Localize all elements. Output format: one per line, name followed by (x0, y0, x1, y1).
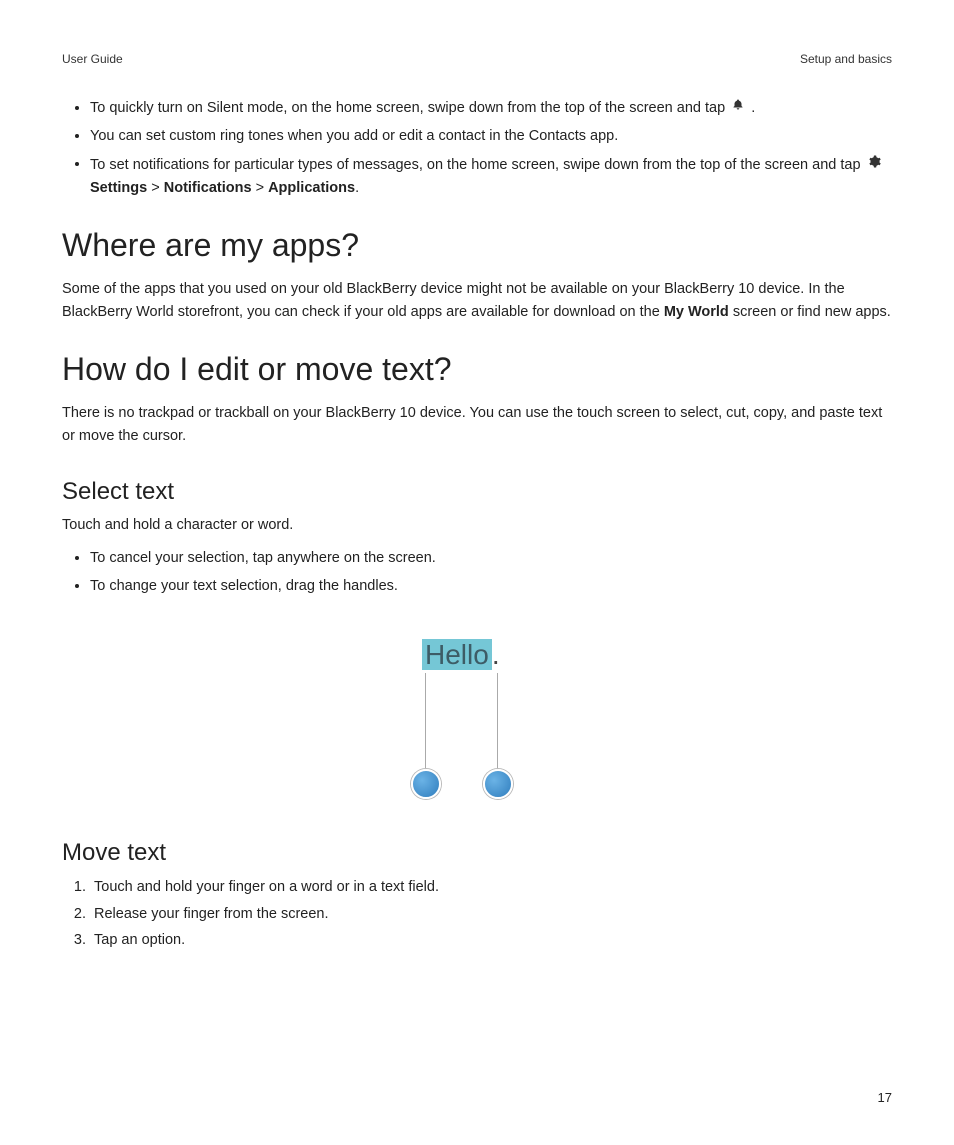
bell-icon (732, 96, 744, 120)
text-selection-illustration: Hello. (62, 639, 892, 809)
header-left: User Guide (62, 52, 123, 66)
selection-handle-line-left (425, 673, 426, 773)
list-item: To change your text selection, drag the … (90, 575, 892, 599)
text: screen or find new apps. (729, 304, 891, 320)
settings-label: Settings (90, 180, 147, 196)
heading-edit-move: How do I edit or move text? (62, 351, 892, 388)
heading-where-apps: Where are my apps? (62, 227, 892, 264)
separator: > (147, 180, 164, 196)
selection-handle-right (483, 769, 513, 799)
text: To quickly turn on Silent mode, on the h… (90, 100, 729, 116)
list-item: Release your finger from the screen. (90, 902, 892, 927)
intro-bullet-list: To quickly turn on Silent mode, on the h… (62, 96, 892, 201)
text: . (355, 180, 359, 196)
paragraph: Some of the apps that you used on your o… (62, 278, 892, 324)
period: . (492, 639, 500, 670)
separator: > (252, 180, 269, 196)
notifications-label: Notifications (164, 180, 252, 196)
move-text-steps: Touch and hold your finger on a word or … (62, 875, 892, 953)
my-world-label: My World (664, 304, 729, 320)
selection-handle-left (411, 769, 441, 799)
list-item: You can set custom ring tones when you a… (90, 125, 892, 149)
list-item: Touch and hold your finger on a word or … (90, 875, 892, 900)
list-item: Tap an option. (90, 928, 892, 953)
gear-icon (868, 153, 881, 177)
heading-move-text: Move text (62, 839, 892, 867)
text: . (751, 100, 755, 116)
selection-handle-line-right (497, 673, 498, 773)
list-item: To cancel your selection, tap anywhere o… (90, 547, 892, 571)
page-header: User Guide Setup and basics (62, 52, 892, 66)
list-item: To set notifications for particular type… (90, 153, 892, 202)
select-text-bullets: To cancel your selection, tap anywhere o… (62, 547, 892, 599)
highlighted-word: Hello (422, 639, 492, 670)
header-right: Setup and basics (800, 52, 892, 66)
list-item: To quickly turn on Silent mode, on the h… (90, 96, 892, 121)
page: User Guide Setup and basics To quickly t… (0, 0, 954, 1145)
applications-label: Applications (268, 180, 355, 196)
paragraph: There is no trackpad or trackball on you… (62, 402, 892, 448)
heading-select-text: Select text (62, 478, 892, 506)
paragraph: Touch and hold a character or word. (62, 514, 892, 537)
page-number: 17 (878, 1090, 892, 1105)
text: To set notifications for particular type… (90, 156, 865, 172)
